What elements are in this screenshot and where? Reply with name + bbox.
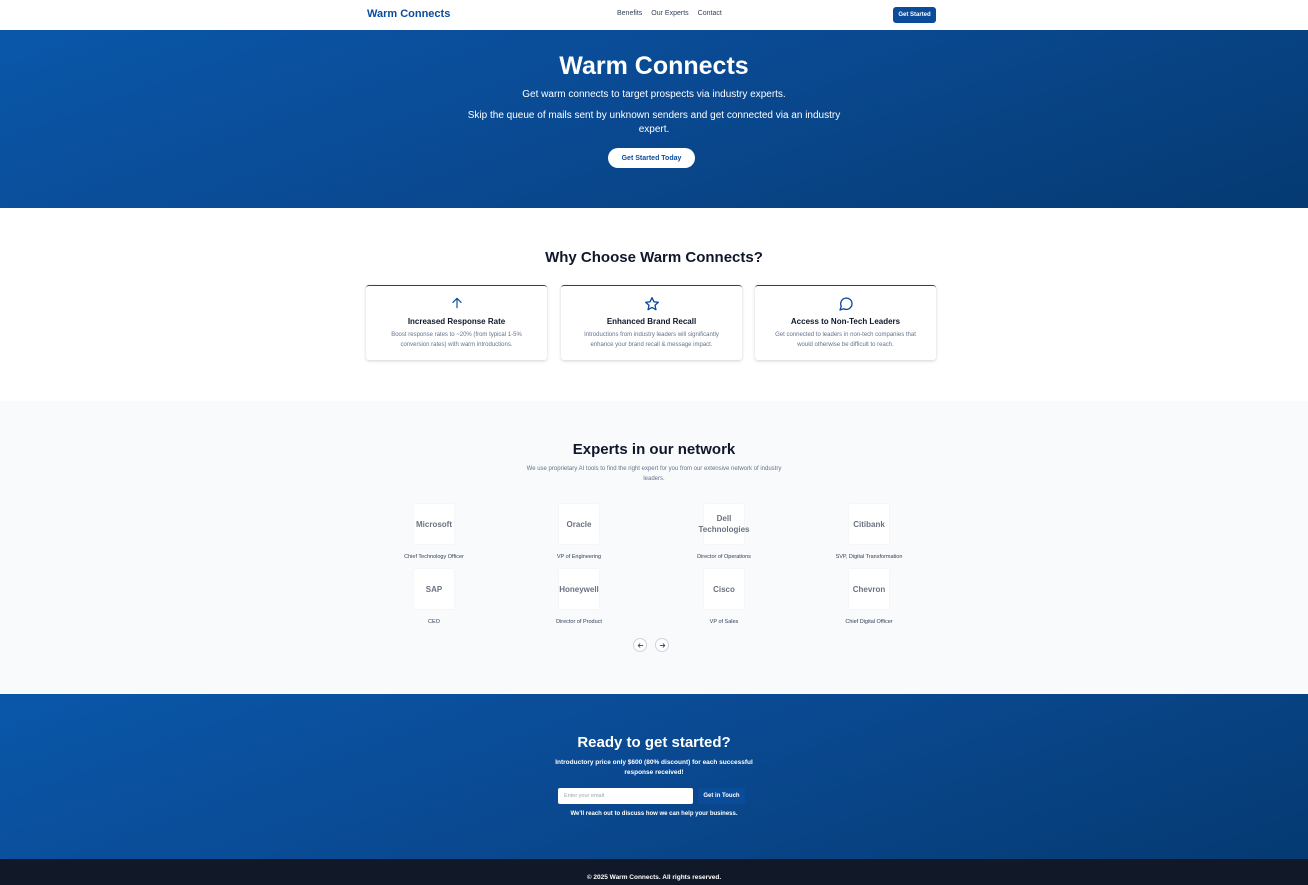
arrow-right-icon: [659, 642, 665, 648]
brand-logo[interactable]: Warm Connects: [367, 8, 450, 20]
expert-card[interactable]: Oracle VP of Engineering: [519, 504, 639, 560]
expert-card[interactable]: Citibank SVP, Digital Transformation: [809, 504, 929, 560]
benefit-title: Enhanced Brand Recall: [606, 317, 697, 326]
get-started-today-button[interactable]: Get Started Today: [608, 148, 695, 168]
hero-title: Warm Connects: [559, 52, 749, 80]
carousel-prev-button[interactable]: [633, 638, 647, 652]
expert-role: CEO: [428, 619, 440, 625]
experts-section: Experts in our network We use proprietar…: [0, 401, 1308, 694]
pricing-text: Introductory price only $600 (80% discou…: [555, 759, 753, 776]
benefit-title: Increased Response Rate: [407, 317, 506, 326]
company-logo: Citibank: [849, 504, 889, 544]
company-logo: Chevron: [849, 569, 889, 609]
benefits-section: Why Choose Warm Connects? Increased Resp…: [0, 208, 1308, 401]
nav-link-our-experts[interactable]: Our Experts: [651, 10, 688, 17]
company-logo: Dell Technologies: [699, 504, 749, 544]
nav-link-benefits[interactable]: Benefits: [617, 10, 642, 17]
nav-get-started-button[interactable]: Get Started: [893, 7, 936, 23]
company-logo: Cisco: [704, 569, 744, 609]
expert-role: VP of Sales: [709, 619, 739, 625]
email-input[interactable]: [558, 788, 693, 804]
hero-section: Warm Connects Get warm connects to targe…: [0, 30, 1308, 208]
expert-role: Director of Operations: [697, 554, 751, 560]
hero-description: Skip the queue of mails sent by unknown …: [467, 110, 841, 135]
benefit-title: Access to Non-Tech Leaders: [790, 317, 901, 326]
copyright-text: © 2025 Warm Connects. All rights reserve…: [586, 874, 722, 881]
experts-subtitle: We use proprietary AI tools to find the …: [526, 466, 782, 482]
expert-card[interactable]: Chevron Chief Digital Officer: [809, 569, 929, 625]
benefit-card-response-rate: Increased Response Rate Boost response r…: [366, 285, 547, 360]
benefits-title: Why Choose Warm Connects?: [545, 249, 763, 266]
expert-role: VP of Engineering: [556, 554, 602, 560]
get-in-touch-button[interactable]: Get in Touch: [698, 788, 745, 804]
chat-icon: [755, 296, 936, 312]
benefit-card-non-tech-leaders: Access to Non-Tech Leaders Get connected…: [755, 285, 936, 360]
carousel-next-button[interactable]: [655, 638, 669, 652]
experts-title: Experts in our network: [572, 441, 736, 458]
expert-role: Director of Product: [556, 619, 602, 625]
expert-role: SVP, Digital Transformation: [835, 554, 903, 560]
expert-role: Chief Digital Officer: [845, 619, 893, 625]
footer: © 2025 Warm Connects. All rights reserve…: [0, 859, 1308, 885]
expert-role: Chief Technology Officer: [404, 554, 464, 560]
benefit-description: Boost response rates to ~20% (from typic…: [391, 332, 522, 348]
benefit-description: Introductions from industry leaders will…: [584, 332, 719, 348]
expert-card[interactable]: Cisco VP of Sales: [664, 569, 784, 625]
contact-title: Ready to get started?: [577, 734, 731, 751]
star-icon: [561, 296, 742, 312]
arrow-left-icon: [637, 642, 643, 648]
company-logo: SAP: [414, 569, 454, 609]
expert-card[interactable]: Dell Technologies Director of Operations: [664, 504, 784, 560]
nav-link-contact[interactable]: Contact: [698, 10, 722, 17]
contact-section: Ready to get started? Introductory price…: [0, 694, 1308, 859]
arrow-up-icon: [366, 296, 547, 312]
company-logo: Honeywell: [559, 569, 599, 609]
contact-note: We'll reach out to discuss how we can he…: [570, 811, 738, 817]
expert-card[interactable]: Microsoft Chief Technology Officer: [374, 504, 494, 560]
benefit-description: Get connected to leaders in non-tech com…: [775, 332, 916, 348]
company-logo: Microsoft: [414, 504, 454, 544]
top-nav: Warm Connects Benefits Our Experts Conta…: [0, 0, 1308, 30]
hero-tagline: Get warm connects to target prospects vi…: [522, 89, 786, 100]
nav-links: Benefits Our Experts Contact: [617, 10, 722, 17]
company-logo: Oracle: [559, 504, 599, 544]
benefit-card-brand-recall: Enhanced Brand Recall Introductions from…: [561, 285, 742, 360]
expert-card[interactable]: Honeywell Director of Product: [519, 569, 639, 625]
expert-card[interactable]: SAP CEO: [374, 569, 494, 625]
